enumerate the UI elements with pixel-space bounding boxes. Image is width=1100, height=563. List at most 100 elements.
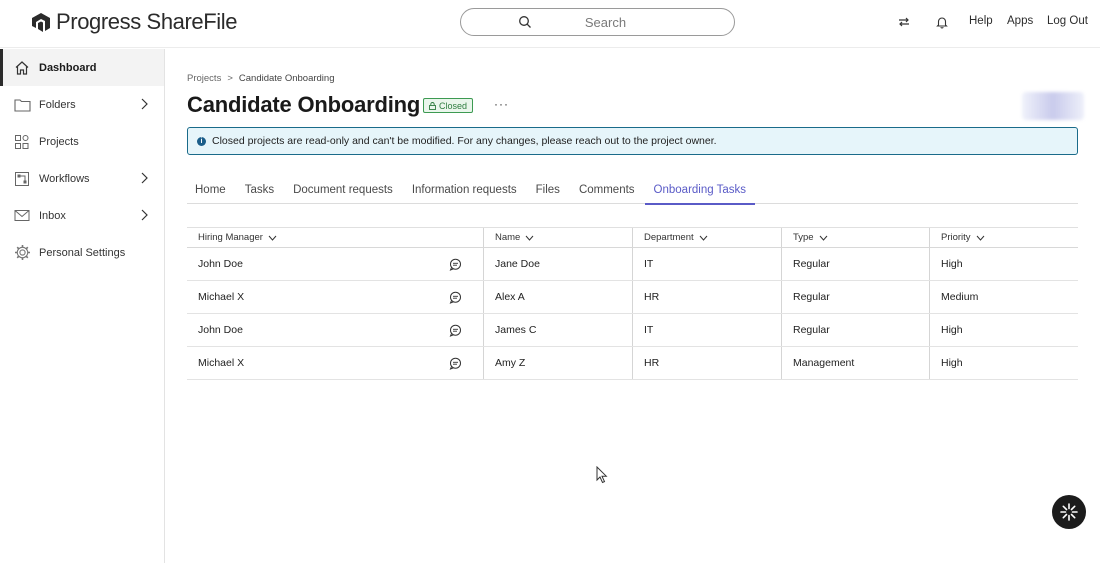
cell-name: Jane Doe [484, 248, 633, 280]
lock-icon [429, 101, 436, 110]
info-icon: i [197, 136, 206, 146]
status-badge-label: Closed [439, 100, 468, 111]
tab-tasks[interactable]: Tasks [236, 180, 283, 204]
tab-onboarding-tasks[interactable]: Onboarding Tasks [644, 180, 756, 205]
cell-type: Management [782, 347, 930, 379]
cell-name: James C [484, 314, 633, 346]
cell-text: Michael X [198, 357, 245, 369]
comment-icon[interactable] [449, 291, 462, 304]
chevron-down-icon [525, 235, 534, 241]
cell-department: IT [633, 248, 782, 280]
workflow-icon [13, 170, 31, 188]
sidebar-item-projects[interactable]: Projects [0, 123, 164, 160]
blurred-action-button[interactable] [1022, 92, 1084, 120]
search-box[interactable] [460, 8, 735, 36]
cell-department: IT [633, 314, 782, 346]
search-input[interactable] [461, 14, 734, 30]
table-row[interactable]: John Doe Jane Doe IT Regular High [187, 248, 1078, 281]
sidebar: Dashboard Folders Projects Workflows Inb… [0, 49, 165, 563]
column-header-department[interactable]: Department [633, 228, 782, 247]
onboarding-table: Hiring Manager Name Department Type Prio… [187, 227, 1078, 380]
tab-comments[interactable]: Comments [570, 180, 644, 204]
sidebar-item-label: Workflows [39, 172, 90, 185]
gear-icon [13, 244, 31, 262]
cell-priority: High [941, 258, 963, 270]
chevron-right-icon[interactable] [140, 98, 148, 110]
mail-icon [13, 207, 31, 225]
breadcrumb-projects[interactable]: Projects [187, 73, 221, 84]
table-header: Hiring Manager Name Department Type Prio… [187, 228, 1078, 248]
chevron-down-icon [268, 235, 277, 241]
page-title: Candidate Onboarding [187, 92, 421, 117]
project-tabs: Home Tasks Document requests Information… [187, 180, 1078, 205]
info-banner-text: Closed projects are read-only and can't … [212, 135, 717, 147]
breadcrumb-current: Candidate Onboarding [238, 73, 335, 84]
help-link[interactable]: Help [969, 15, 993, 27]
column-header-hiring-manager[interactable]: Hiring Manager [187, 228, 484, 247]
bell-icon[interactable] [933, 13, 951, 31]
sparkle-icon [1060, 503, 1078, 521]
sidebar-item-label: Folders [39, 98, 76, 111]
more-options-button[interactable]: ··· [494, 97, 509, 111]
sidebar-item-label: Personal Settings [39, 246, 126, 259]
cell-hiring-manager: Michael X [187, 347, 484, 379]
column-header-label: Type [793, 232, 814, 243]
column-header-label: Hiring Manager [198, 232, 263, 243]
cell-text: John Doe [198, 324, 243, 336]
column-header-type[interactable]: Type [782, 228, 930, 247]
sidebar-item-dashboard[interactable]: Dashboard [0, 49, 164, 86]
tab-files[interactable]: Files [527, 180, 569, 204]
search-icon [519, 16, 531, 28]
cell-hiring-manager: John Doe [187, 314, 484, 346]
swap-icon[interactable] [895, 13, 913, 31]
table-row[interactable]: Michael X Alex A HR Regular Medium [187, 281, 1078, 314]
tab-document-requests[interactable]: Document requests [284, 180, 402, 204]
logout-link[interactable]: Log Out [1047, 15, 1088, 27]
cell-priority: Medium [941, 291, 979, 303]
column-header-label: Department [644, 232, 694, 243]
tab-information-requests[interactable]: Information requests [403, 180, 526, 204]
column-header-label: Priority [941, 232, 971, 243]
cell-department: HR [633, 347, 782, 379]
sidebar-item-label: Dashboard [39, 61, 97, 74]
column-header-priority[interactable]: Priority [930, 228, 1078, 247]
chevron-right-icon[interactable] [140, 209, 148, 221]
cell-name: Amy Z [484, 347, 633, 379]
comment-icon[interactable] [449, 324, 462, 337]
sidebar-item-label: Inbox [39, 209, 66, 222]
cell-type: Regular [782, 314, 930, 346]
breadcrumb-separator: > [227, 73, 233, 84]
sidebar-item-inbox[interactable]: Inbox [0, 197, 164, 234]
breadcrumb: Projects > Candidate Onboarding [187, 73, 335, 84]
home-icon [13, 59, 31, 77]
column-header-name[interactable]: Name [484, 228, 633, 247]
cell-hiring-manager: John Doe [187, 248, 484, 280]
chevron-down-icon [699, 235, 708, 241]
top-bar: Progress ShareFile Help Apps Log Out [0, 0, 1100, 48]
apps-link[interactable]: Apps [1007, 15, 1033, 27]
progress-logo-icon [32, 13, 50, 32]
sidebar-item-workflows[interactable]: Workflows [0, 160, 164, 197]
cell-text: Michael X [198, 291, 245, 303]
info-banner: i Closed projects are read-only and can'… [187, 127, 1078, 155]
column-header-label: Name [495, 232, 521, 243]
status-badge: Closed [423, 98, 474, 113]
chevron-down-icon [819, 235, 827, 241]
cell-text: John Doe [198, 258, 243, 270]
sidebar-item-personal-settings[interactable]: Personal Settings [0, 234, 164, 271]
cell-name: Alex A [484, 281, 633, 313]
cell-type: Regular [782, 248, 930, 280]
cell-type: Regular [782, 281, 930, 313]
assistant-fab-button[interactable] [1052, 495, 1086, 529]
sidebar-item-folders[interactable]: Folders [0, 86, 164, 123]
tab-home[interactable]: Home [187, 180, 235, 204]
table-row[interactable]: Michael X Amy Z HR Management High [187, 347, 1078, 380]
logo-text: Progress ShareFile [56, 9, 238, 34]
sidebar-item-label: Projects [39, 135, 79, 148]
logo[interactable]: Progress ShareFile [30, 8, 238, 36]
table-row[interactable]: John Doe James C IT Regular High [187, 314, 1078, 347]
projects-icon [13, 133, 31, 151]
chevron-right-icon[interactable] [140, 172, 148, 184]
comment-icon[interactable] [449, 258, 462, 271]
comment-icon[interactable] [449, 357, 462, 370]
